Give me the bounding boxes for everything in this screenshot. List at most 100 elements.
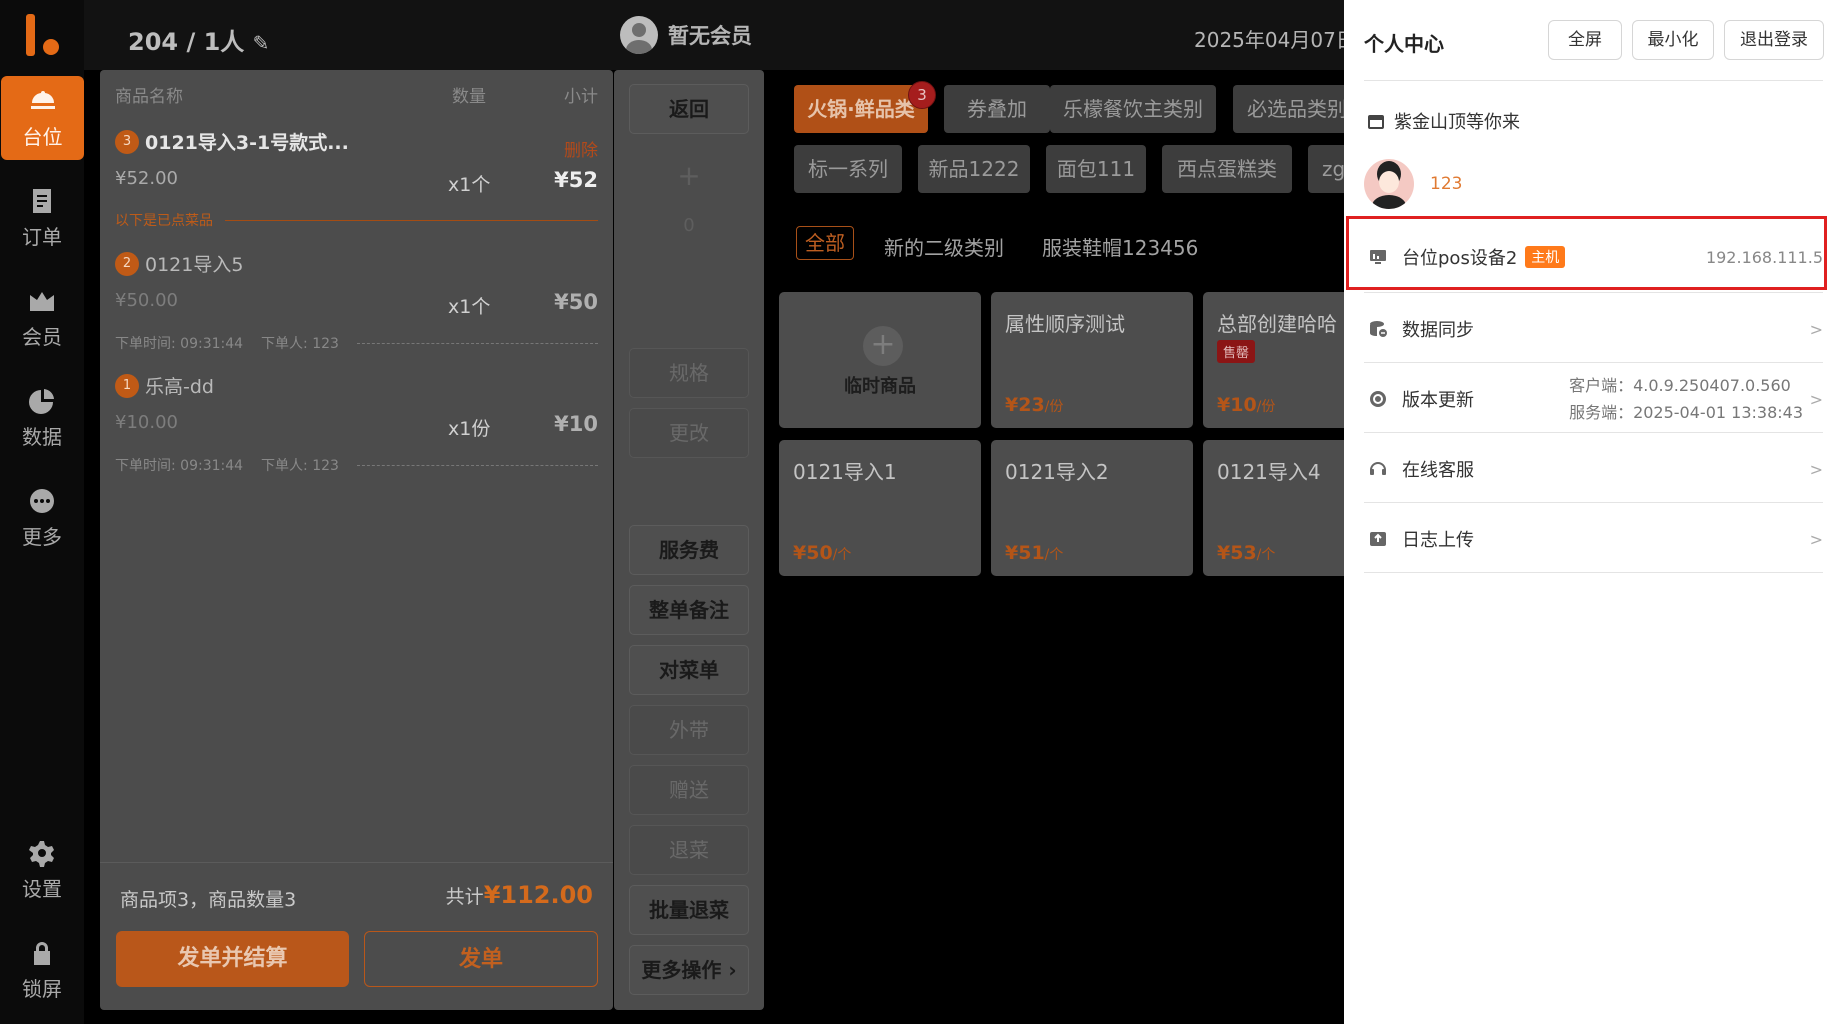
order-meta: 下单时间: 09:31:44 下单人: 123 <box>115 333 598 353</box>
user-name: 123 <box>1430 174 1463 194</box>
product-price: ¥10/份 <box>1217 394 1275 416</box>
takeout-button[interactable]: 外带 <box>629 705 749 755</box>
minimize-button[interactable]: 最小化 <box>1632 20 1714 60</box>
check-menu-button[interactable]: 对菜单 <box>629 645 749 695</box>
nav-item-data[interactable]: 数据 <box>0 376 84 460</box>
headset-icon <box>1370 462 1386 475</box>
order-icon <box>33 188 51 213</box>
edit-icon[interactable]: ✎ <box>253 31 270 55</box>
server-version: 服务端：2025-04-01 13:38:43 <box>1569 403 1803 422</box>
order-item[interactable]: 1 乐高-dd ¥10.00 x1份 ¥10 <box>115 372 598 440</box>
fullscreen-button[interactable]: 全屏 <box>1548 20 1622 60</box>
delete-button[interactable]: 删除 <box>564 136 598 161</box>
product-card[interactable]: 0121导入1 ¥50/个 <box>779 440 981 576</box>
nav-item-members[interactable]: 会员 <box>0 276 84 360</box>
row-label: 日志上传 <box>1402 530 1474 551</box>
gift-button[interactable]: 赠送 <box>629 765 749 815</box>
spec-button[interactable]: 规格 <box>629 348 749 398</box>
price-unit: /个 <box>1044 547 1064 563</box>
item-number: 1 <box>115 373 139 398</box>
device-ip: 192.168.111.5 <box>1705 247 1823 267</box>
category-tab[interactable]: 必选品类别 <box>1233 85 1344 133</box>
item-qty: x1个 <box>448 174 491 196</box>
increase-button[interactable]: + <box>629 152 749 202</box>
nav-item-tables[interactable]: 台位 <box>1 76 84 160</box>
batch-return-button[interactable]: 批量退菜 <box>629 885 749 935</box>
category-tab[interactable]: 面包111 <box>1046 145 1146 193</box>
order-note-button[interactable]: 整单备注 <box>629 585 749 635</box>
product-price: ¥50/个 <box>793 542 851 564</box>
operations-panel: 返回 + 0 规格 更改 服务费 整单备注 对菜单 外带 赠送 退菜 批量退菜 … <box>614 70 764 1010</box>
order-total: 共计¥112.00 <box>446 881 593 909</box>
total-amount: ¥112.00 <box>483 881 593 909</box>
category-tab[interactable]: 标一系列 <box>794 145 902 193</box>
order-footer: 商品项3，商品数量3 共计¥112.00 发单并结算 发单 <box>100 862 613 1010</box>
col-qty: 数量 <box>452 87 486 107</box>
store-label: 紫金山顶等你来 <box>1394 112 1520 133</box>
return-dish-button[interactable]: 退菜 <box>629 825 749 875</box>
data-sync-row[interactable]: 数据同步 > <box>1364 294 1823 364</box>
item-number: 3 <box>115 129 139 154</box>
product-card[interactable]: 0121导入4 ¥53/个 <box>1203 440 1344 576</box>
divider <box>1364 502 1823 503</box>
price-unit: /个 <box>1256 547 1276 563</box>
row-label: 在线客服 <box>1402 460 1474 481</box>
send-and-pay-button[interactable]: 发单并结算 <box>116 931 349 987</box>
divider <box>1364 432 1823 433</box>
category-tab[interactable]: 新品1222 <box>918 145 1030 193</box>
order-meta: 下单时间: 09:31:44 下单人: 123 <box>115 455 598 475</box>
category-tab[interactable]: 乐檬餐饮主类别 <box>1050 85 1216 133</box>
nav-label: 数据 <box>22 424 62 449</box>
back-button[interactable]: 返回 <box>629 84 749 134</box>
item-number: 2 <box>115 251 139 276</box>
item-price: ¥52.00 <box>115 168 178 189</box>
user-avatar <box>1364 159 1414 209</box>
price-value: ¥10 <box>1217 394 1257 416</box>
device-row[interactable]: 台位pos设备2 主机 192.168.111.5 <box>1364 222 1823 292</box>
divider <box>1364 80 1823 81</box>
category-tab[interactable]: 券叠加 <box>944 85 1050 133</box>
item-qty: x1份 <box>448 418 491 440</box>
member-label: 暂无会员 <box>668 24 752 48</box>
member-selector[interactable]: 暂无会员 <box>620 16 752 54</box>
product-card[interactable]: 0121导入2 ¥51/个 <box>991 440 1193 576</box>
order-by: 下单人: 123 <box>261 458 339 474</box>
upload-icon <box>1370 532 1386 546</box>
service-fee-button[interactable]: 服务费 <box>629 525 749 575</box>
price-unit: /个 <box>832 547 852 563</box>
send-order-button[interactable]: 发单 <box>364 931 598 987</box>
product-price: ¥51/个 <box>1005 542 1063 564</box>
logout-button[interactable]: 退出登录 <box>1724 20 1824 60</box>
user-profile[interactable]: 123 <box>1364 159 1462 209</box>
row-label: 数据同步 <box>1402 320 1474 341</box>
nav-item-more[interactable]: 更多 <box>0 476 84 560</box>
product-price: ¥23/份 <box>1005 394 1063 416</box>
change-button[interactable]: 更改 <box>629 408 749 458</box>
more-actions-button[interactable]: 更多操作 › <box>629 945 749 995</box>
product-card[interactable]: 属性顺序测试 ¥23/份 <box>991 292 1193 428</box>
subcategory-tab[interactable]: 全部 <box>796 226 854 260</box>
order-item[interactable]: 3 0121导入3-1号款式... 删除 ¥52.00 x1个 ¥52 <box>115 128 598 196</box>
nav-item-settings[interactable]: 设置 <box>0 828 84 912</box>
order-item[interactable]: 2 0121导入5 ¥50.00 x1个 ¥50 <box>115 250 598 318</box>
category-count-badge: 3 <box>908 81 936 109</box>
category-tab[interactable]: zg <box>1308 145 1344 193</box>
product-name: 临时商品 <box>844 376 916 397</box>
online-support-row[interactable]: 在线客服 > <box>1364 434 1823 504</box>
product-card[interactable]: 总部创建哈哈 售罄 ¥10/份 <box>1203 292 1344 428</box>
nav-item-orders[interactable]: 订单 <box>0 176 84 260</box>
crown-icon <box>30 291 54 311</box>
product-name: 0121导入4 <box>1217 460 1321 484</box>
table-number[interactable]: 204 / 1人 ✎ <box>128 22 269 57</box>
subcategory-tab[interactable]: 新的二级类别 <box>884 232 1004 261</box>
category-tab[interactable]: 西点蛋糕类 <box>1162 145 1292 193</box>
nav-item-lock[interactable]: 锁屏 <box>0 928 84 1012</box>
order-time: 下单时间: 09:31:44 <box>115 458 244 474</box>
log-upload-row[interactable]: 日志上传 > <box>1364 504 1823 574</box>
update-icon <box>1370 391 1386 407</box>
divider <box>1364 572 1823 573</box>
price-value: ¥51 <box>1005 542 1045 564</box>
subcategory-tab[interactable]: 服装鞋帽123456 <box>1042 232 1198 261</box>
product-card-temp[interactable]: + 临时商品 <box>779 292 981 428</box>
version-update-row[interactable]: 版本更新 客户端：4.0.9.250407.0.560 服务端：2025-04-… <box>1364 364 1823 434</box>
